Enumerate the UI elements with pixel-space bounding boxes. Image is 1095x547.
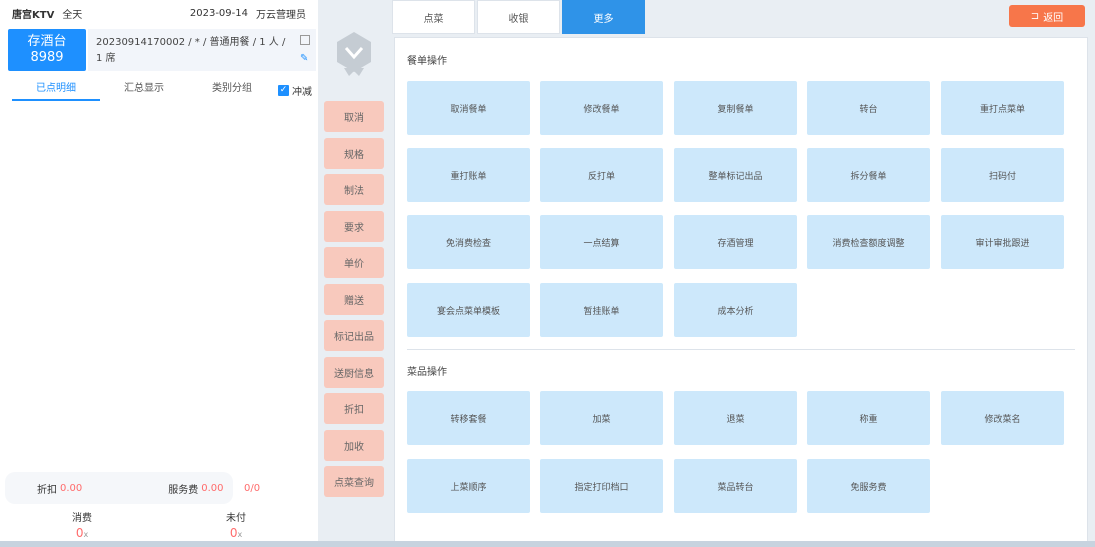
item-action-column: 取消 规格 制法 要求 单价 赠送 标记出品 送厨信息 折扣 加收 点菜查询	[318, 0, 392, 547]
operator-name: 万云营理员	[256, 9, 306, 21]
header-bar: 唐宫KTV 全天 2023-09-14 万云营理员	[0, 0, 318, 26]
rename-dish-button[interactable]: 修改菜名	[941, 391, 1064, 445]
modify-order-button[interactable]: 修改餐单	[540, 81, 663, 135]
business-date: 2023-09-14	[189, 7, 248, 19]
meal-period: 全天	[62, 9, 83, 21]
tab-ordered-detail[interactable]: 已点明细	[12, 79, 100, 101]
unpaid-total: 未付 0x	[159, 508, 313, 542]
add-dish-button[interactable]: 加菜	[540, 391, 663, 445]
consume-label: 消费	[72, 513, 92, 524]
main-tabs: 点菜 收银 更多	[392, 0, 1095, 36]
back-icon: ⊐	[1030, 10, 1040, 22]
consume-total: 消费 0x	[5, 508, 159, 542]
banquet-template-button[interactable]: 宴会点菜单模板	[407, 283, 530, 337]
discount-button[interactable]: 折扣	[324, 393, 384, 424]
table-number: 8989	[30, 50, 64, 65]
kitchen-info-button[interactable]: 送厨信息	[324, 357, 384, 388]
edit-icon[interactable]: ✎	[300, 54, 310, 64]
offset-label: 冲减	[292, 86, 312, 98]
more-panel: 点菜 收银 更多 ⊐ 返回 餐单操作 取消餐单 修改餐单 复制餐单 转台 重打点…	[392, 0, 1095, 547]
return-dish-button[interactable]: 退菜	[674, 391, 797, 445]
reprint-bill-button[interactable]: 重打账单	[407, 148, 530, 202]
unpaid-unit: x	[237, 530, 243, 539]
consume-unit: x	[83, 530, 89, 539]
back-label: 返回	[1043, 12, 1064, 24]
consume-limit-adjust-button[interactable]: 消费检查额度调整	[807, 215, 930, 269]
checkbox-icon[interactable]: ✓	[278, 84, 289, 96]
table-card[interactable]: 存酒台 8989	[8, 29, 86, 71]
assign-print-station-button[interactable]: 指定打印档口	[540, 459, 663, 513]
fee-summary: 折扣 0.00 服务费 0.00	[5, 472, 233, 504]
service-fee-label: 服务费	[168, 484, 199, 496]
gift-button[interactable]: 赠送	[324, 284, 384, 315]
store-name: 唐宫KTV	[12, 9, 55, 21]
order-ops-title: 餐单操作	[407, 56, 447, 67]
surcharge-button[interactable]: 加收	[324, 430, 384, 461]
amount-summary: 消费 0x 未付 0x	[5, 508, 313, 542]
discount-label: 折扣	[37, 484, 57, 496]
order-info: 20230914170002 / * / 普通用餐 / 1 人 / 1 席 ✎	[88, 29, 316, 71]
section-divider	[407, 349, 1075, 350]
operations-content: 餐单操作 取消餐单 修改餐单 复制餐单 转台 重打点菜单 重打账单 反打单 整单…	[394, 37, 1088, 542]
free-consume-check-button[interactable]: 免消费检查	[407, 215, 530, 269]
requirement-button[interactable]: 要求	[324, 211, 384, 242]
tab-order[interactable]: 点菜	[392, 0, 475, 34]
split-order-button[interactable]: 拆分餐单	[807, 148, 930, 202]
copy-icon[interactable]	[300, 35, 310, 45]
unpaid-label: 未付	[226, 513, 246, 524]
one-click-settle-button[interactable]: 一点结算	[540, 215, 663, 269]
order-query-button[interactable]: 点菜查询	[324, 466, 384, 497]
reverse-print-button[interactable]: 反打单	[540, 148, 663, 202]
cost-analysis-button[interactable]: 成本分析	[674, 283, 797, 337]
shield-badge-icon	[337, 32, 371, 76]
cancel-order-button[interactable]: 取消餐单	[407, 81, 530, 135]
offset-checkbox[interactable]: ✓ 冲减	[278, 83, 312, 98]
status-bar	[0, 541, 1095, 547]
dish-ops-title: 菜品操作	[407, 367, 447, 378]
spec-button[interactable]: 规格	[324, 138, 384, 169]
table-name: 存酒台	[27, 34, 67, 49]
service-fee-value: 0.00	[201, 482, 224, 494]
unit-price-button[interactable]: 单价	[324, 247, 384, 278]
tab-cashier[interactable]: 收银	[477, 0, 560, 34]
weigh-button[interactable]: 称重	[807, 391, 930, 445]
reprint-menu-button[interactable]: 重打点菜单	[941, 81, 1064, 135]
dish-transfer-table-button[interactable]: 菜品转台	[674, 459, 797, 513]
mark-served-button[interactable]: 标记出品	[324, 320, 384, 351]
order-panel: 唐宫KTV 全天 2023-09-14 万云营理员 存酒台 8989 20230…	[0, 0, 318, 547]
audit-followup-button[interactable]: 审计审批跟进	[941, 215, 1064, 269]
transfer-table-button[interactable]: 转台	[807, 81, 930, 135]
wine-storage-button[interactable]: 存酒管理	[674, 215, 797, 269]
hold-bill-button[interactable]: 暂挂账单	[540, 283, 663, 337]
copy-order-button[interactable]: 复制餐单	[674, 81, 797, 135]
serve-order-button[interactable]: 上菜顺序	[407, 459, 530, 513]
tab-category-group[interactable]: 类别分组	[188, 79, 276, 101]
order-info-text: 20230914170002 / * / 普通用餐 / 1 人 / 1 席	[96, 37, 286, 64]
cooking-method-button[interactable]: 制法	[324, 174, 384, 205]
tab-summary[interactable]: 汇总显示	[100, 79, 188, 101]
mark-all-served-button[interactable]: 整单标记出品	[674, 148, 797, 202]
waive-service-fee-button[interactable]: 免服务费	[807, 459, 930, 513]
back-button[interactable]: ⊐ 返回	[1009, 5, 1085, 27]
discount-value: 0.00	[60, 482, 83, 494]
item-ratio: 0/0	[244, 483, 261, 494]
cancel-item-button[interactable]: 取消	[324, 101, 384, 132]
scan-pay-button[interactable]: 扫码付	[941, 148, 1064, 202]
detail-tabs: 已点明细 汇总显示 类别分组 ✓ 冲减	[0, 79, 318, 101]
tab-more[interactable]: 更多	[562, 0, 645, 34]
transfer-set-meal-button[interactable]: 转移套餐	[407, 391, 530, 445]
